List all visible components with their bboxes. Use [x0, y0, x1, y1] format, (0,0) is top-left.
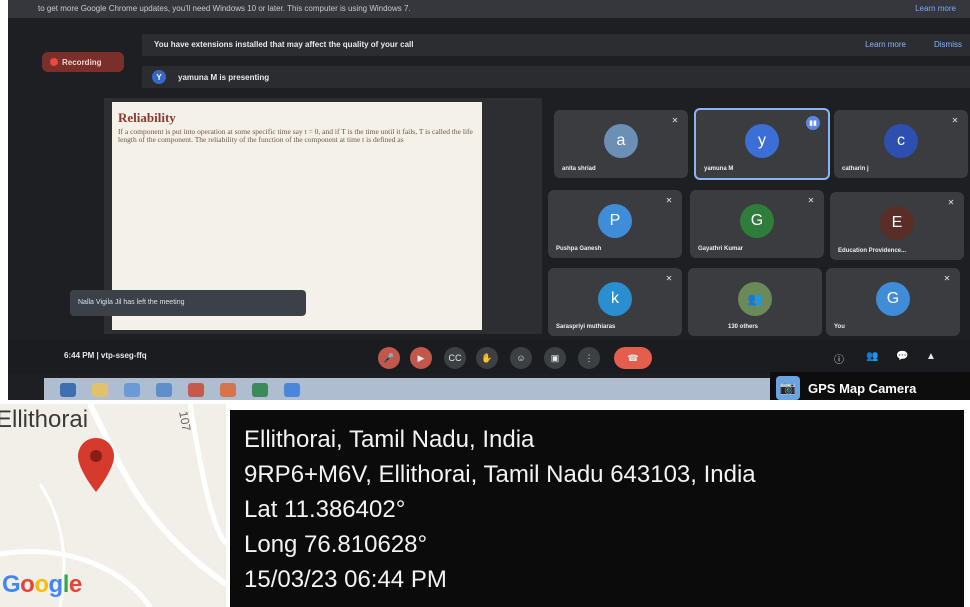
captions-button[interactable]: CC: [444, 347, 466, 369]
others-group-icon: 👥: [738, 282, 772, 316]
participant-name: Saraspriyi muthiaras: [556, 324, 616, 330]
participant-name: yamuna M: [704, 166, 734, 172]
meet-screen: to get more Google Chrome updates, you'l…: [8, 0, 970, 400]
recording-dot-icon: [50, 58, 58, 66]
participant-avatar: P: [598, 204, 632, 238]
pdf-icon[interactable]: [220, 383, 236, 397]
participant-name: anita shriad: [562, 166, 596, 172]
participant-name: Gayathri Kumar: [698, 246, 744, 252]
learn-more-link[interactable]: Learn more: [865, 40, 906, 49]
participant-tile[interactable]: G ✕ Gayathri Kumar: [690, 190, 824, 258]
meeting-controls: 6:44 PM | vtp-sseg-ffq 🎤 ▶ CC ✋ ☺ ▣ ⋮ ☎ …: [8, 340, 970, 374]
presenter-avatar: Y: [152, 70, 166, 84]
date-time: 15/03/23 06:44 PM: [244, 566, 447, 593]
map-place-label: Ellithorai: [0, 406, 89, 433]
participant-name: catharin j: [842, 166, 869, 172]
participant-tile[interactable]: a ✕ anita shriad: [554, 110, 688, 178]
activities-icon[interactable]: ▲: [926, 351, 936, 362]
location-marker-icon: [78, 438, 114, 492]
people-icon[interactable]: 👥: [866, 351, 878, 362]
emoji-button[interactable]: ☺: [510, 347, 532, 369]
extension-warning-banner: You have extensions installed that may a…: [142, 34, 970, 56]
raise-hand-button[interactable]: ✋: [476, 347, 498, 369]
chrome-update-bar: to get more Google Chrome updates, you'l…: [8, 0, 970, 18]
longitude: Long 76.810628°: [244, 531, 428, 558]
participant-avatar: y: [745, 124, 779, 158]
media-icon[interactable]: [156, 383, 172, 397]
mic-off-icon: ✕: [951, 116, 959, 125]
participant-avatar: c: [884, 124, 918, 158]
present-button[interactable]: ▣: [544, 347, 566, 369]
chrome-icon[interactable]: [252, 383, 268, 397]
participant-name: Pushpa Ganesh: [556, 246, 602, 252]
mic-off-icon: ✕: [665, 274, 673, 283]
end-call-button[interactable]: ☎: [614, 347, 652, 369]
participant-avatar: a: [604, 124, 638, 158]
latitude: Lat 11.386402°: [244, 496, 406, 523]
speaking-icon: ▮▮: [806, 116, 820, 130]
start-icon[interactable]: [60, 383, 76, 397]
location-map: Ellithorai 107 Google: [0, 404, 226, 607]
participant-avatar: E: [880, 206, 914, 240]
dismiss-link[interactable]: Dismiss: [934, 40, 962, 49]
update-bar-text: to get more Google Chrome updates, you'l…: [38, 4, 411, 13]
gps-map-camera-badge: 📷 GPS Map Camera: [770, 372, 970, 400]
chrome-alt-icon[interactable]: [284, 383, 300, 397]
mic-off-icon: ✕: [807, 196, 815, 205]
self-tile[interactable]: G ✕ You: [826, 268, 960, 336]
slide-body: If a component is put into operation at …: [118, 127, 473, 144]
mic-off-icon: ✕: [665, 196, 673, 205]
participant-tile[interactable]: k ✕ Saraspriyi muthiaras: [548, 268, 682, 336]
location-title: Ellithorai, Tamil Nadu, India: [244, 426, 535, 453]
more-options-button[interactable]: ⋮: [578, 347, 600, 369]
participant-avatar: k: [598, 282, 632, 316]
recording-indicator[interactable]: Recording: [42, 52, 124, 72]
recording-label: Recording: [62, 57, 102, 67]
mic-toggle-button[interactable]: 🎤: [378, 347, 400, 369]
mic-off-icon: ✕: [947, 198, 955, 207]
others-count: 130 others: [728, 324, 759, 330]
geotag-info-panel: Ellithorai, Tamil Nadu, India 9RP6+M6V, …: [230, 410, 964, 607]
meeting-time-code: 6:44 PM | vtp-sseg-ffq: [64, 351, 147, 360]
mic-off-icon: ✕: [671, 116, 679, 125]
mic-off-icon: ✕: [943, 274, 951, 283]
participant-tile[interactable]: y ▮▮ yamuna M: [694, 108, 830, 180]
others-tile[interactable]: 👥 130 others: [688, 268, 822, 336]
google-logo: Google: [2, 571, 82, 598]
location-address: 9RP6+M6V, Ellithorai, Tamil Nadu 643103,…: [244, 461, 756, 488]
participant-tile[interactable]: P ✕ Pushpa Ganesh: [548, 190, 682, 258]
app-icon[interactable]: [188, 383, 204, 397]
camera-app-icon: 📷: [776, 376, 800, 400]
participant-name: You: [834, 324, 845, 330]
chat-icon[interactable]: 💬: [896, 351, 908, 362]
extension-warning-text: You have extensions installed that may a…: [154, 40, 414, 49]
participant-name: Education Providence...: [838, 248, 907, 254]
gps-badge-label: GPS Map Camera: [808, 380, 917, 396]
participant-avatar: G: [740, 204, 774, 238]
left-meeting-toast: Nalla Vigila Jil has left the meeting: [70, 290, 306, 316]
ie-icon[interactable]: [124, 383, 140, 397]
slide-title: Reliability: [118, 110, 176, 125]
presenting-bar: Y yamuna M is presenting: [142, 66, 970, 88]
participant-avatar: G: [876, 282, 910, 316]
update-bar-action[interactable]: Learn more: [915, 4, 956, 13]
participant-tile[interactable]: c ✕ catharin j: [834, 110, 968, 178]
participant-tile[interactable]: E ✕ Education Providence...: [830, 192, 964, 260]
file-explorer-icon[interactable]: [92, 383, 108, 397]
camera-toggle-button[interactable]: ▶: [410, 347, 432, 369]
presenting-text: yamuna M is presenting: [178, 72, 270, 82]
info-icon[interactable]: ⓘ: [834, 351, 844, 366]
